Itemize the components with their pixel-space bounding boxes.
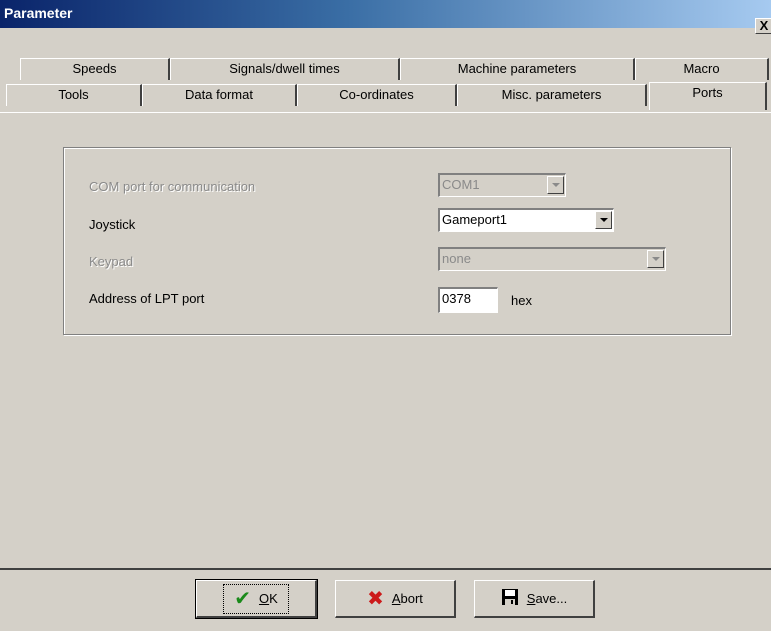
title-bar: Parameter — [0, 0, 771, 28]
tab-label: Machine parameters — [457, 61, 577, 76]
joystick-label: Joystick — [89, 217, 136, 232]
com-port-select: COM1 — [438, 173, 566, 197]
tab-label: Ports — [692, 85, 723, 100]
com-port-value: COM1 — [442, 177, 480, 192]
com-port-label: COM port for communication — [89, 179, 256, 194]
chevron-down-icon[interactable] — [595, 211, 612, 229]
ok-button[interactable]: ✔ OK — [195, 579, 318, 619]
tab-label: Tools — [58, 87, 89, 102]
lpt-unit-label: hex — [511, 293, 532, 308]
tab-label: Speeds — [72, 61, 117, 76]
tab-macro[interactable]: Macro — [635, 58, 769, 80]
tab-speeds[interactable]: Speeds — [20, 58, 170, 80]
joystick-value: Gameport1 — [442, 212, 508, 227]
keypad-select: none — [438, 247, 666, 271]
lpt-address-input[interactable]: 0378 — [438, 287, 498, 313]
lpt-address-label: Address of LPT port — [89, 291, 205, 306]
tab-data-format[interactable]: Data format — [142, 84, 297, 106]
chevron-down-icon — [547, 176, 564, 194]
joystick-select[interactable]: Gameport1 — [438, 208, 614, 232]
tab-label: Data format — [185, 87, 253, 102]
ok-label: OK — [258, 591, 278, 606]
checkmark-icon: ✔ — [234, 587, 251, 610]
tab-label: Co-ordinates — [339, 87, 414, 102]
tab-ports[interactable]: Ports — [649, 82, 767, 110]
close-icon: X — [759, 18, 769, 33]
tab-co-ordinates[interactable]: Co-ordinates — [297, 84, 457, 106]
window-title: Parameter — [4, 5, 73, 21]
tab-misc-parameters[interactable]: Misc. parameters — [457, 84, 647, 106]
tab-machine-parameters[interactable]: Machine parameters — [400, 58, 635, 80]
tab-label: Misc. parameters — [501, 87, 602, 102]
tab-tools[interactable]: Tools — [6, 84, 142, 106]
chevron-down-icon — [647, 250, 664, 268]
close-x-icon: ✖ — [367, 587, 384, 610]
close-button[interactable]: X — [755, 18, 771, 34]
keypad-value: none — [442, 251, 471, 266]
tab-label: Macro — [683, 61, 720, 76]
save-label: Save... — [526, 591, 568, 606]
abort-label: Abort — [391, 591, 423, 606]
floppy-disk-icon — [501, 588, 519, 609]
keypad-label: Keypad — [89, 254, 134, 269]
abort-button[interactable]: ✖ Abort — [335, 580, 456, 618]
tab-signals-dwell-times[interactable]: Signals/dwell times — [170, 58, 400, 80]
ports-group-box — [63, 147, 731, 335]
lpt-address-value: 0378 — [442, 291, 471, 306]
tab-label: Signals/dwell times — [229, 61, 340, 76]
save-button[interactable]: Save... — [474, 580, 595, 618]
